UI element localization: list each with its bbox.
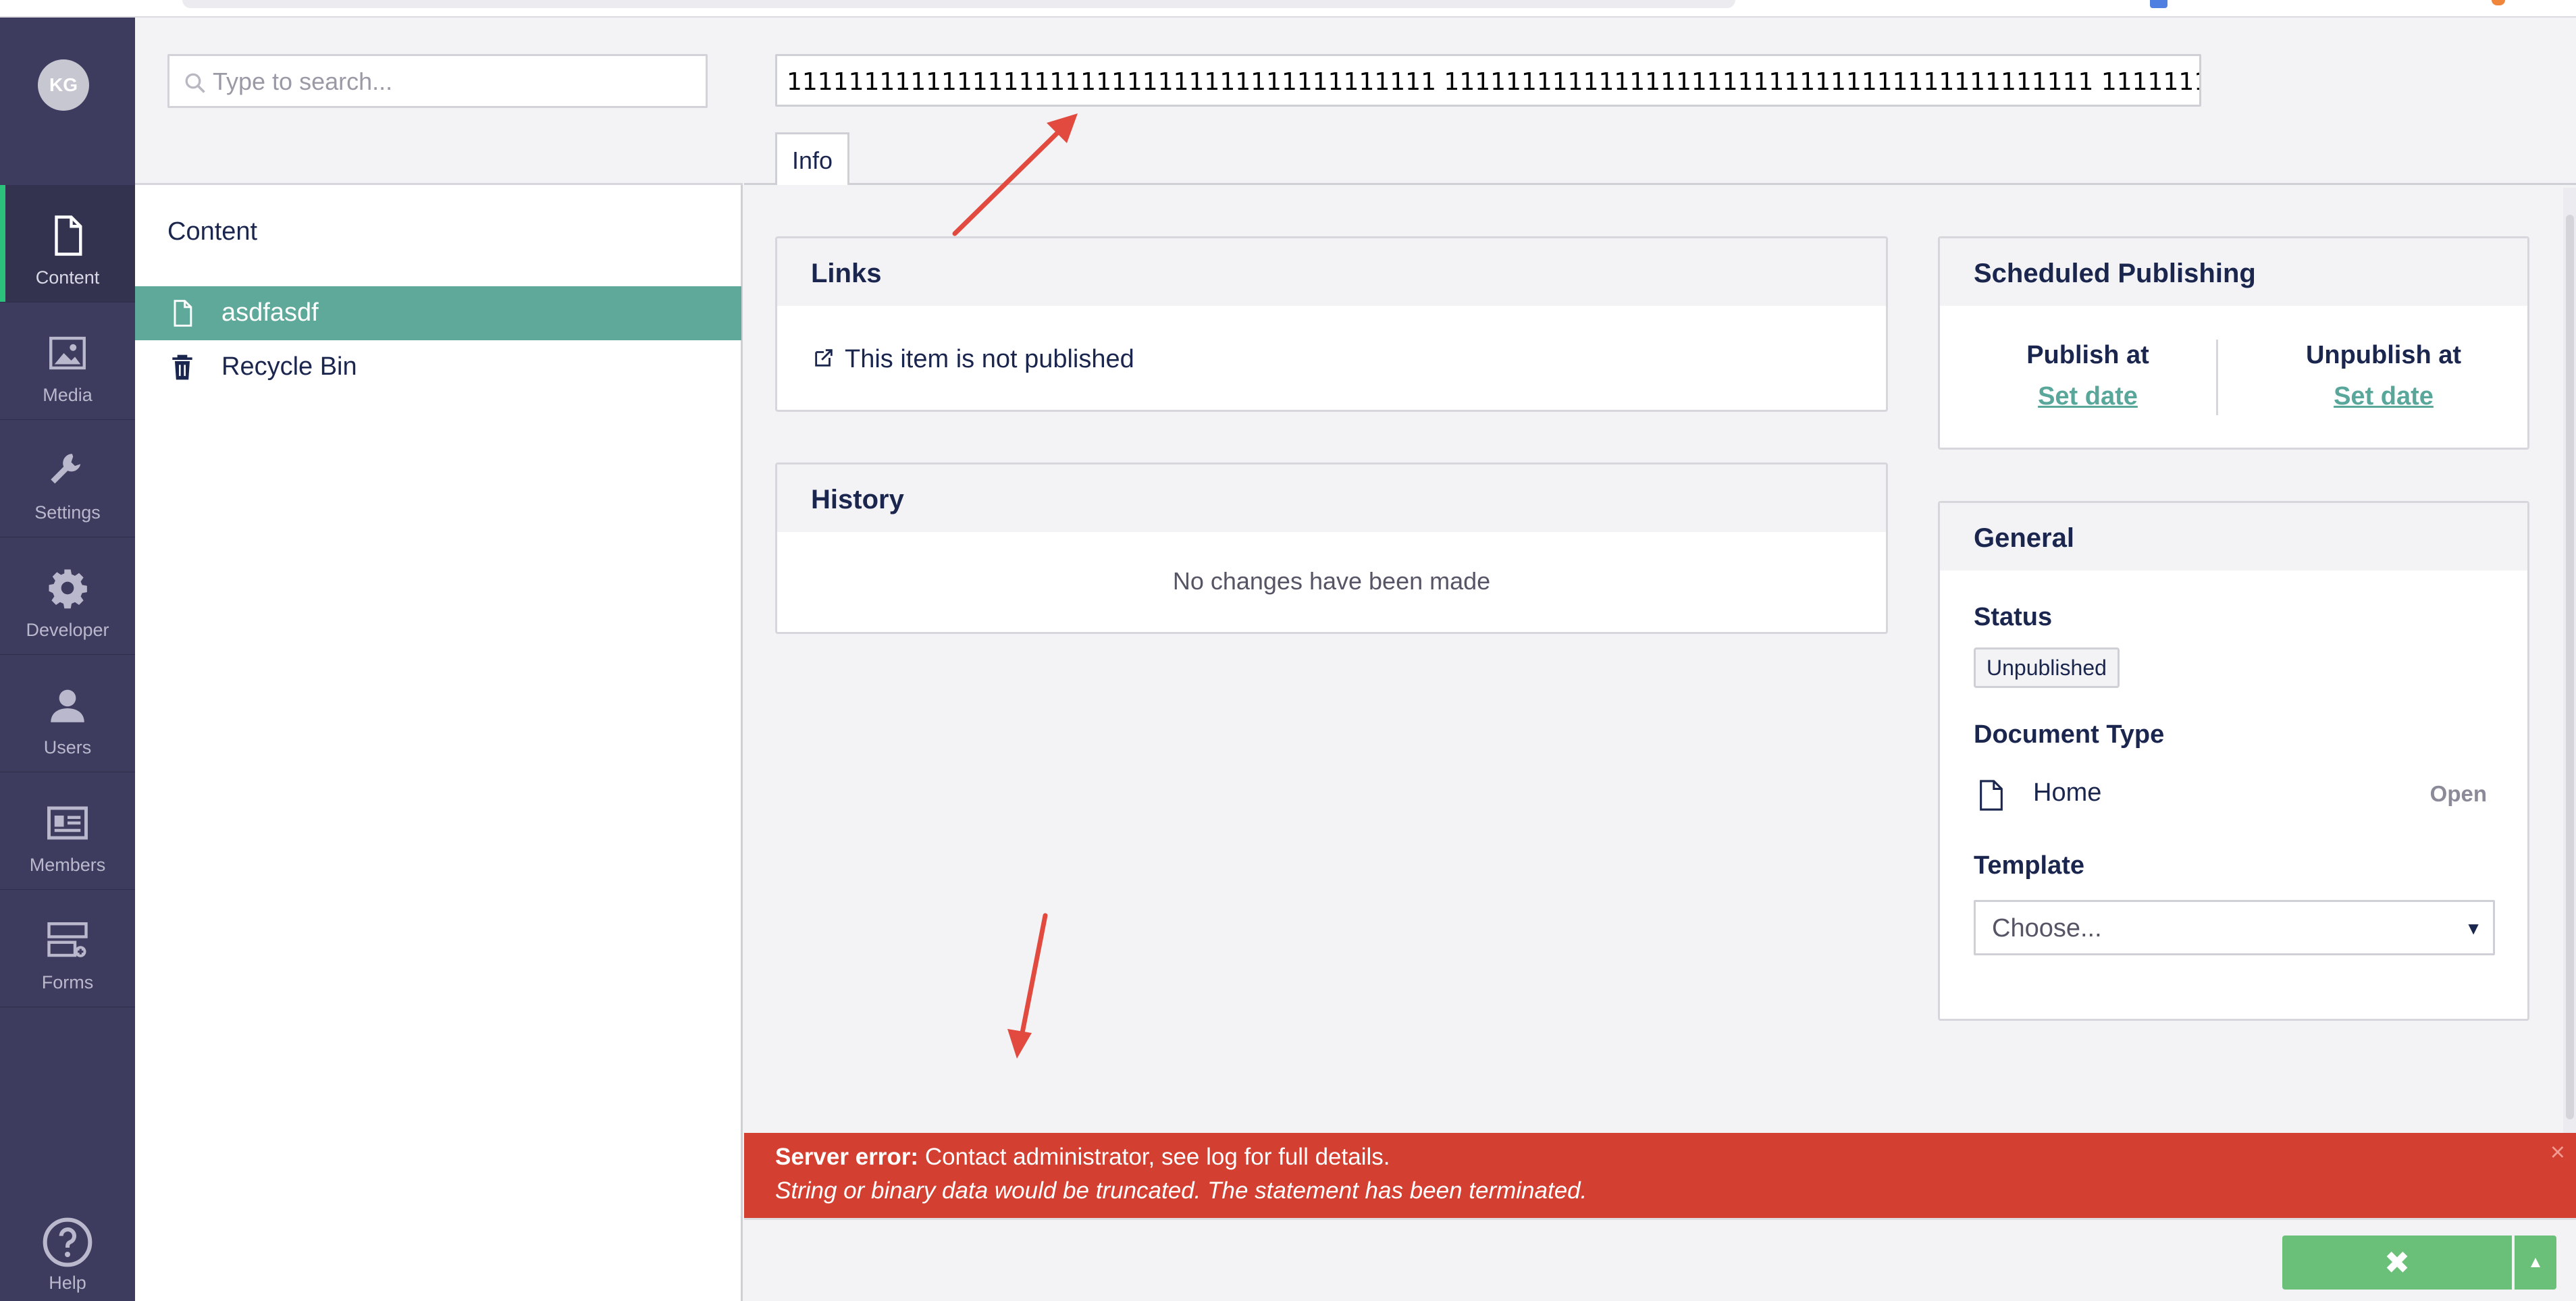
panel-title: History <box>811 485 904 514</box>
panel-header <box>777 464 1886 532</box>
error-message: Contact administrator, see log for full … <box>924 1144 1390 1170</box>
open-document-type-link[interactable]: Open <box>2430 781 2487 807</box>
scrollbar-thumb[interactable] <box>2566 215 2574 1119</box>
panel-title: Scheduled Publishing <box>1974 259 2256 288</box>
nav-label: Developer <box>26 620 109 640</box>
content-name-field[interactable] <box>775 54 2201 107</box>
unpublish-set-date-link[interactable]: Set date <box>2236 382 2527 411</box>
panel-title: Links <box>811 259 882 288</box>
tree-item-label: asdfasdf <box>221 298 319 327</box>
save-button[interactable]: ✖ <box>2282 1236 2512 1290</box>
template-label: Template <box>1974 851 2085 880</box>
document-icon <box>174 300 192 327</box>
user-icon <box>0 683 135 731</box>
browser-address-pill <box>182 0 1735 8</box>
publish-at-label: Publish at <box>2026 341 2149 369</box>
help-icon[interactable] <box>41 1215 95 1269</box>
tab-info[interactable]: Info <box>775 132 849 186</box>
content-tree-panel <box>135 18 743 1301</box>
document-type-name: Home <box>2033 778 2102 807</box>
forms-icon <box>0 918 135 965</box>
name-input[interactable] <box>787 61 2199 102</box>
scheduled-publishing-panel: Scheduled Publishing Publish at Set date… <box>1938 236 2529 450</box>
help-label[interactable]: Help <box>0 1273 135 1294</box>
publish-at-column: Publish at Set date <box>1940 341 2236 411</box>
not-published-text: This item is not published <box>845 345 1134 373</box>
nav-item-developer[interactable]: Developer <box>0 537 135 655</box>
nav-label: Members <box>29 855 106 875</box>
document-icon <box>0 213 135 261</box>
wrench-icon <box>0 448 135 496</box>
error-summary: Server error: Contact administrator, see… <box>775 1144 1390 1171</box>
search-input[interactable] <box>213 61 699 102</box>
history-empty-text: No changes have been made <box>1172 567 1491 595</box>
nav-item-content[interactable]: Content <box>0 185 135 302</box>
tree-search-box[interactable] <box>167 54 708 108</box>
links-panel: Links This item is not published <box>775 236 1888 412</box>
status-label: Status <box>1974 603 2053 631</box>
tree-item[interactable]: Recycle Bin <box>135 340 741 394</box>
nav-label: Forms <box>41 972 94 992</box>
server-error-notification: Server error: Contact administrator, see… <box>744 1133 2576 1218</box>
error-detail: String or binary data would be truncated… <box>775 1177 1587 1204</box>
nav-label: Settings <box>34 502 101 523</box>
template-select[interactable]: Choose... ▼ <box>1974 900 2495 955</box>
nav-label: Media <box>43 385 93 405</box>
nav-item-media[interactable]: Media <box>0 302 135 420</box>
column-divider <box>2216 340 2218 415</box>
panel-title: General <box>1974 523 2074 553</box>
nav-label: Users <box>43 737 92 758</box>
document-type-label: Document Type <box>1974 720 2165 749</box>
image-icon <box>0 331 135 378</box>
general-panel: General Status Unpublished Document Type… <box>1938 501 2529 1021</box>
document-icon <box>1980 780 2003 811</box>
trash-icon <box>172 354 192 380</box>
nav-item-forms[interactable]: Forms <box>0 890 135 1007</box>
tree-title: Content <box>167 217 258 246</box>
browser-extension-icon <box>2150 0 2167 8</box>
publish-set-date-link[interactable]: Set date <box>1940 382 2236 411</box>
template-selected-value: Choose... <box>1992 914 2102 942</box>
tree-item[interactable]: asdfasdf <box>135 286 741 340</box>
history-panel: History No changes have been made <box>775 462 1888 634</box>
user-avatar[interactable]: KG <box>38 59 89 111</box>
unpublish-at-label: Unpublish at <box>2305 341 2462 369</box>
status-badge: Unpublished <box>1974 647 2120 688</box>
tree-item-label: Recycle Bin <box>221 352 357 381</box>
panel-header <box>777 238 1886 306</box>
nav-label: Content <box>35 267 100 288</box>
search-icon <box>185 73 205 93</box>
nav-item-settings[interactable]: Settings <box>0 420 135 537</box>
gear-icon <box>0 566 135 613</box>
external-link-icon <box>815 349 833 367</box>
nav-item-users[interactable]: Users <box>0 655 135 772</box>
nav-item-members[interactable]: Members <box>0 772 135 890</box>
close-icon[interactable]: × <box>2550 1138 2565 1167</box>
save-options-caret-icon[interactable]: ▲ <box>2515 1236 2556 1290</box>
unpublish-at-column: Unpublish at Set date <box>2236 341 2527 411</box>
error-prefix: Server error: <box>775 1144 919 1170</box>
chevron-down-icon: ▼ <box>2465 918 2482 938</box>
id-card-icon <box>0 801 135 848</box>
